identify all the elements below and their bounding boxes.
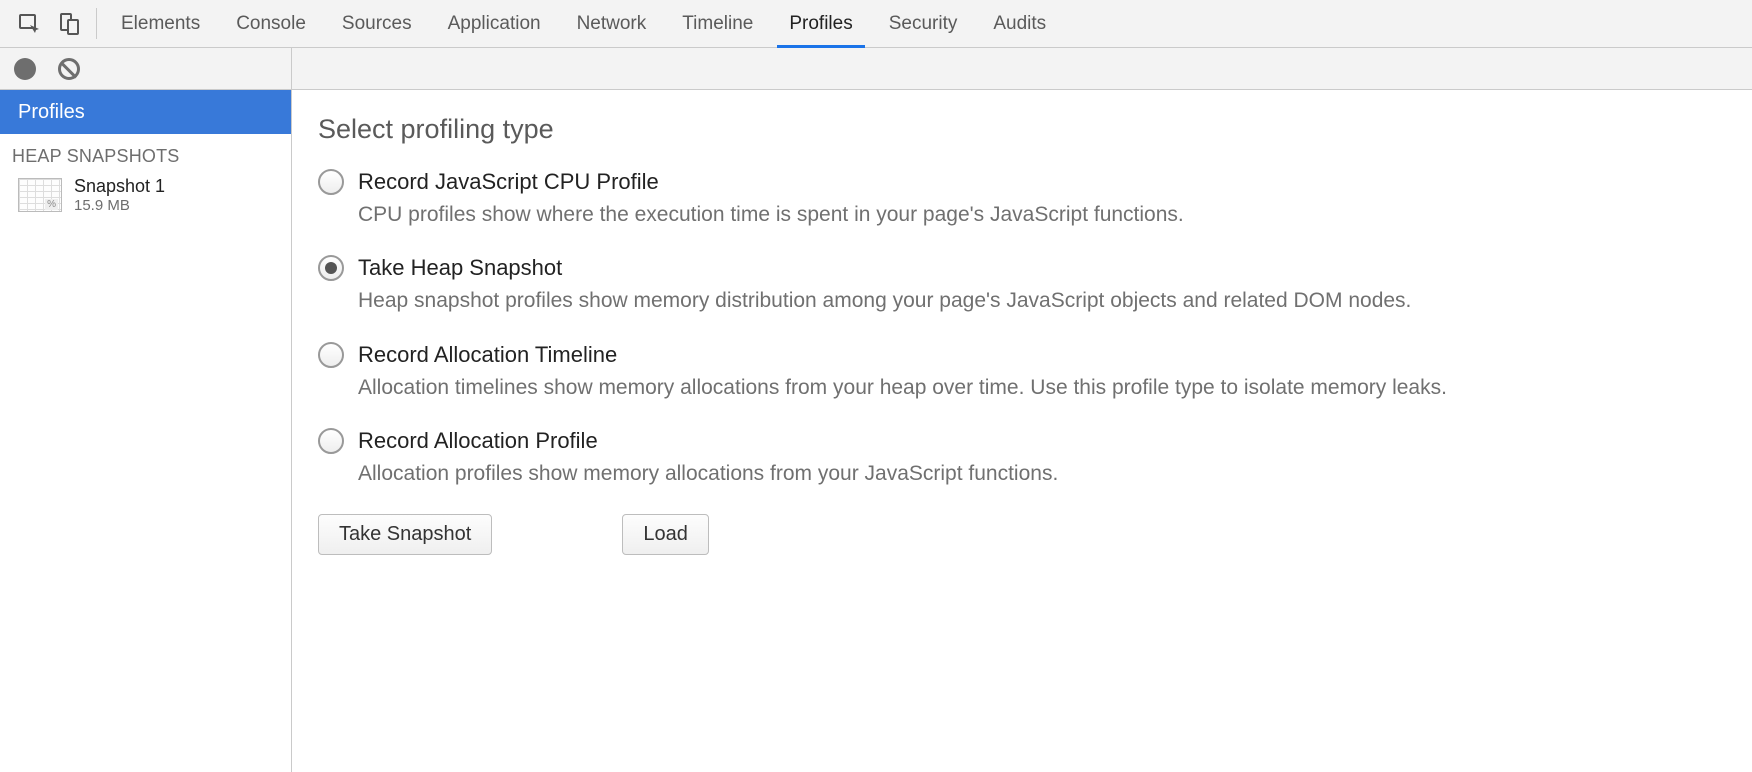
tabbar-divider — [96, 8, 97, 39]
snapshot-thumbnail-icon — [18, 178, 62, 212]
tabbar-tabs: ElementsConsoleSourcesApplicationNetwork… — [103, 0, 1064, 47]
profiling-option-description: Allocation timelines show memory allocat… — [358, 374, 1726, 402]
toolbar-vertical-divider — [291, 48, 292, 90]
tab-profiles[interactable]: Profiles — [771, 0, 870, 47]
sidebar-section-profiles[interactable]: Profiles — [0, 90, 291, 134]
sidebar-section-label: Profiles — [18, 101, 85, 124]
profiling-option-description: CPU profiles show where the execution ti… — [358, 201, 1726, 229]
profiles-sidebar: Profiles HEAP SNAPSHOTS Snapshot 1 15.9 … — [0, 90, 292, 772]
tab-security[interactable]: Security — [871, 0, 976, 47]
tab-timeline[interactable]: Timeline — [664, 0, 771, 47]
tab-console[interactable]: Console — [218, 0, 324, 47]
devtools-tabbar: ElementsConsoleSourcesApplicationNetwork… — [0, 0, 1752, 48]
page-title: Select profiling type — [318, 114, 1726, 145]
profiles-main-pane: Select profiling type Record JavaScript … — [292, 90, 1752, 772]
profiling-option-radio[interactable] — [318, 342, 344, 368]
toggle-device-icon[interactable] — [50, 0, 90, 47]
profiling-option: Record Allocation Timeline Allocation tim… — [318, 342, 1726, 402]
profiling-option-title[interactable]: Record Allocation Timeline — [358, 342, 617, 368]
take-snapshot-button[interactable]: Take Snapshot — [318, 514, 492, 555]
tab-application[interactable]: Application — [430, 0, 559, 47]
clear-icon[interactable] — [58, 58, 80, 80]
tab-elements[interactable]: Elements — [103, 0, 218, 47]
profiling-option-description: Heap snapshot profiles show memory distr… — [358, 287, 1726, 315]
profiling-option: Take Heap Snapshot Heap snapshot profiles… — [318, 255, 1726, 315]
profiling-option: Record JavaScript CPU Profile CPU profile… — [318, 169, 1726, 229]
profiling-option-description: Allocation profiles show memory allocati… — [358, 460, 1726, 488]
snapshot-name: Snapshot 1 — [74, 177, 165, 197]
tab-audits[interactable]: Audits — [975, 0, 1064, 47]
profiles-toolbar — [0, 48, 1752, 90]
tab-sources[interactable]: Sources — [324, 0, 430, 47]
inspect-element-icon[interactable] — [10, 0, 50, 47]
profiling-option: Record Allocation Profile Allocation prof… — [318, 428, 1726, 488]
profiling-option-title[interactable]: Record JavaScript CPU Profile — [358, 169, 659, 195]
profiling-option-title[interactable]: Record Allocation Profile — [358, 428, 598, 454]
profiling-option-title[interactable]: Take Heap Snapshot — [358, 255, 562, 281]
profiling-option-radio[interactable] — [318, 255, 344, 281]
snapshot-size: 15.9 MB — [74, 197, 165, 214]
profiling-option-radio[interactable] — [318, 169, 344, 195]
load-button[interactable]: Load — [622, 514, 709, 555]
record-icon[interactable] — [14, 58, 36, 80]
profiling-option-radio[interactable] — [318, 428, 344, 454]
sidebar-group-label: HEAP SNAPSHOTS — [0, 134, 291, 173]
sidebar-item-snapshot[interactable]: Snapshot 1 15.9 MB — [0, 173, 291, 222]
tab-network[interactable]: Network — [559, 0, 665, 47]
